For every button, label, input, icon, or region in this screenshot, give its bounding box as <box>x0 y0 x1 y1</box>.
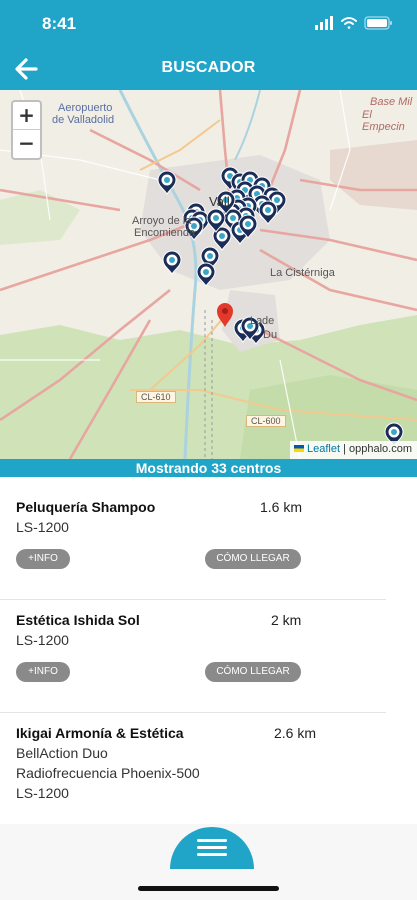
status-bar: 8:41 <box>0 0 417 48</box>
map-label: Du <box>263 329 278 341</box>
center-name: Peluquería Shampoo <box>16 499 156 515</box>
page-title: BUSCADOR <box>161 59 256 76</box>
map-view[interactable]: Aeropuerto de Valladolid Base Mil El Emp… <box>0 90 417 459</box>
map-canvas[interactable] <box>0 90 417 459</box>
map-label: Base Mil <box>370 96 413 108</box>
app-header: BUSCADOR <box>0 48 417 90</box>
zoom-control: + − <box>11 100 42 160</box>
attribution-source: opphalo.com <box>349 443 412 455</box>
center-service: BellAction Duo <box>16 745 108 761</box>
center-name: Ikigai Armonía & Estética <box>16 725 184 741</box>
signal-icon <box>315 16 333 30</box>
list-item[interactable]: Estética Ishida Sol 2 km LS-1200 +INFO C… <box>0 600 386 712</box>
leaflet-link[interactable]: Leaflet <box>307 443 340 455</box>
status-icons <box>315 16 392 30</box>
map-label: Vall <box>209 194 230 209</box>
more-info-button[interactable]: +INFO <box>16 662 70 682</box>
directions-button[interactable]: CÓMO LLEGAR <box>205 662 301 682</box>
map-label: Encomienda <box>134 227 196 239</box>
list-item[interactable]: Ikigai Armonía & Estética 2.6 km BellAct… <box>0 713 386 824</box>
map-label: Aeropuerto <box>58 102 113 114</box>
center-distance: 2.6 km <box>274 725 317 741</box>
zoom-out-button[interactable]: − <box>13 130 40 158</box>
list-item[interactable]: Peluquería Shampoo 1.6 km LS-1200 +INFO … <box>0 477 386 599</box>
status-time: 8:41 <box>42 14 77 33</box>
directions-button[interactable]: CÓMO LLEGAR <box>205 549 301 569</box>
map-label: La Cistérniga <box>270 267 335 279</box>
map-attribution: Leaflet | opphalo.com <box>289 441 417 459</box>
center-distance: 1.6 km <box>260 499 303 515</box>
wifi-icon <box>341 17 357 29</box>
map-label: de <box>262 315 275 327</box>
center-service: Radiofrecuencia Phoenix-500 <box>16 765 200 781</box>
app-screen: 8:41 BUSCADOR Aeropuerto de Valladolid B… <box>0 0 417 900</box>
map-label: La <box>250 315 263 327</box>
battery-icon <box>364 16 392 30</box>
center-service: LS-1200 <box>16 785 69 801</box>
center-service: LS-1200 <box>16 519 69 535</box>
center-distance: 2 km <box>271 612 302 628</box>
home-indicator <box>138 886 279 891</box>
zoom-in-button[interactable]: + <box>13 102 40 130</box>
results-list[interactable]: Peluquería Shampoo 1.6 km LS-1200 +INFO … <box>0 477 417 824</box>
more-info-button[interactable]: +INFO <box>16 549 70 569</box>
ukraine-flag-icon <box>293 445 304 452</box>
attribution-separator: | <box>340 443 349 455</box>
map-label: Arroyo de la <box>132 215 192 227</box>
map-label: El Empecin <box>362 109 405 133</box>
center-name: Estética Ishida Sol <box>16 612 140 628</box>
map-label: CL-600 <box>246 415 286 427</box>
map-label: de Valladolid <box>52 114 115 126</box>
center-service: LS-1200 <box>16 632 69 648</box>
results-count: Mostrando 33 centros <box>0 459 417 477</box>
map-label: CL-610 <box>136 391 176 403</box>
